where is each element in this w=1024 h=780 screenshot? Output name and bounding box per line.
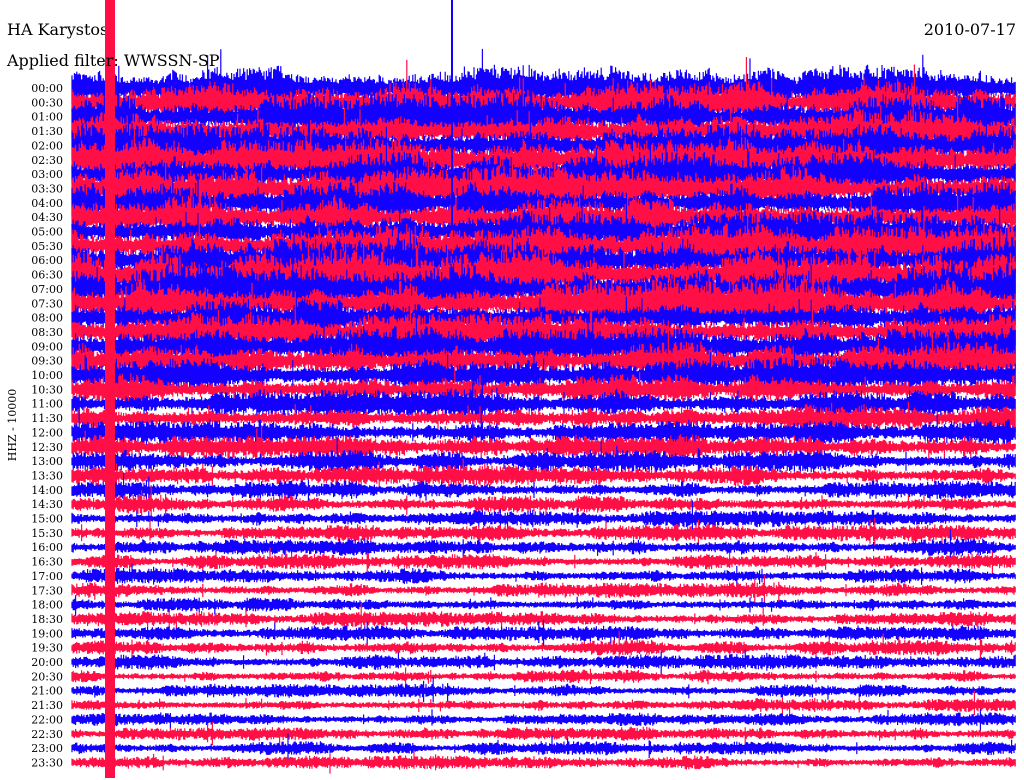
tick-label-1730: 17:30 <box>31 584 63 597</box>
tick-label-0000: 00:00 <box>31 82 63 95</box>
tick-label-1300: 13:00 <box>31 455 63 468</box>
tick-label-0230: 02:30 <box>31 154 63 167</box>
tick-label-0100: 01:00 <box>31 111 63 124</box>
tick-label-1700: 17:00 <box>31 570 63 583</box>
tick-label-2130: 21:30 <box>31 699 63 712</box>
tick-label-1030: 10:30 <box>31 383 63 396</box>
tick-label-1600: 16:00 <box>31 541 63 554</box>
tick-label-0600: 06:00 <box>31 254 63 267</box>
signal-burst-1 <box>105 0 115 778</box>
trace-1800 <box>71 595 1016 616</box>
tick-label-2030: 20:30 <box>31 670 63 683</box>
tick-label-2000: 20:00 <box>31 656 63 669</box>
tick-label-0300: 03:00 <box>31 168 63 181</box>
signal-burst-2 <box>451 0 453 230</box>
tick-label-1200: 12:00 <box>31 426 63 439</box>
tick-label-2100: 21:00 <box>31 685 63 698</box>
tick-label-0730: 07:30 <box>31 297 63 310</box>
time-tick-labels: 00:0000:30 01:0001:3002:00 02:3003:0003:30… <box>31 82 63 769</box>
tick-label-0530: 05:30 <box>31 240 63 253</box>
trace-group <box>71 0 1016 778</box>
tick-label-1930: 19:30 <box>31 642 63 655</box>
tick-label-1330: 13:30 <box>31 469 63 482</box>
tick-label-1500: 15:00 <box>31 513 63 526</box>
tick-label-1400: 14:00 <box>31 484 63 497</box>
y-axis-label: HHZ - 10000 <box>6 389 19 462</box>
tick-label-2330: 23:30 <box>31 756 63 769</box>
tick-label-0900: 09:00 <box>31 340 63 353</box>
tick-label-0500: 05:00 <box>31 226 63 239</box>
tick-label-1230: 12:30 <box>31 441 63 454</box>
tick-label-0330: 03:30 <box>31 182 63 195</box>
trace-1630 <box>71 547 1016 575</box>
tick-label-1000: 10:00 <box>31 369 63 382</box>
tick-label-0700: 07:00 <box>31 283 63 296</box>
tick-label-0130: 01:30 <box>31 125 63 138</box>
tick-label-0030: 00:30 <box>31 96 63 109</box>
tick-label-2230: 22:30 <box>31 728 63 741</box>
tick-label-1900: 19:00 <box>31 627 63 640</box>
trace-2230 <box>71 721 1016 746</box>
tick-label-1630: 16:30 <box>31 556 63 569</box>
trace-2200 <box>71 709 1016 732</box>
tick-label-0200: 02:00 <box>31 139 63 152</box>
tick-label-0430: 04:30 <box>31 211 63 224</box>
trace-2100 <box>71 677 1016 703</box>
seismogram-plot: HA Karystos 2010-07-17 Applied filter: W… <box>6 0 1016 778</box>
tick-label-1800: 18:00 <box>31 599 63 612</box>
tick-label-0830: 08:30 <box>31 326 63 339</box>
tick-label-0800: 08:00 <box>31 312 63 325</box>
tick-label-0630: 06:30 <box>31 269 63 282</box>
station-title: HA Karystos <box>7 20 108 39</box>
tick-label-1830: 18:30 <box>31 613 63 626</box>
tick-label-1530: 15:30 <box>31 527 63 540</box>
tick-label-0400: 04:00 <box>31 197 63 210</box>
trace-2330 <box>71 751 1016 774</box>
tick-label-1430: 14:30 <box>31 498 63 511</box>
tick-label-1130: 11:30 <box>31 412 63 425</box>
trace-2030 <box>71 667 1016 687</box>
tick-label-2200: 22:00 <box>31 713 63 726</box>
tick-label-1100: 11:00 <box>31 398 63 411</box>
tick-label-0930: 09:30 <box>31 355 63 368</box>
filter-label: Applied filter: WWSSN-SP <box>6 51 220 70</box>
date-label: 2010-07-17 <box>924 20 1016 39</box>
tick-label-2300: 23:00 <box>31 742 63 755</box>
